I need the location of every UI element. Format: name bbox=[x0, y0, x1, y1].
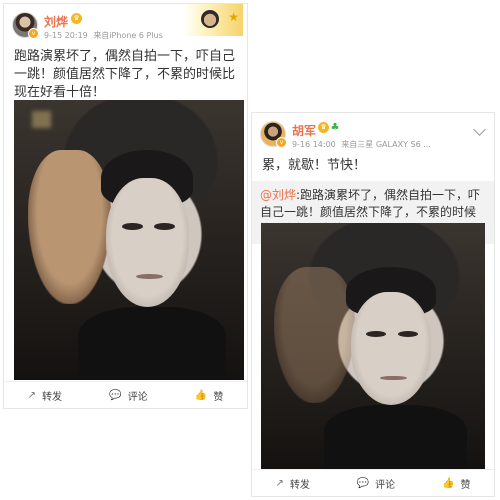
profile-decoration-face-icon bbox=[201, 10, 219, 28]
post-source: 来自iPhone 6 Plus bbox=[93, 31, 163, 40]
username[interactable]: 胡军 bbox=[292, 122, 316, 139]
post-meta: 9-16 14:00 来自三星 GALAXY S6 ... bbox=[292, 139, 434, 150]
post-meta: 9-15 20:19 来自iPhone 6 Plus bbox=[44, 30, 166, 41]
weibo-post-card-1: v 刘烨 ♛ 9-15 20:19 来自iPhone 6 Plus ★ 跑路演累… bbox=[4, 4, 247, 408]
comment-button[interactable]: 💬 评论 bbox=[357, 476, 395, 491]
star-icon: ★ bbox=[228, 10, 239, 24]
photo-car-seat bbox=[274, 267, 356, 403]
post-header: v 胡军 ♛ ♣ 9-16 14:00 来自三星 GALAXY S6 ... bbox=[252, 113, 494, 157]
reposted-photo[interactable] bbox=[261, 223, 485, 469]
thumbs-up-icon: 👍 bbox=[442, 477, 455, 489]
photo-car-seat bbox=[27, 150, 111, 305]
post-photo[interactable] bbox=[14, 100, 244, 380]
comment-icon: 💬 bbox=[356, 477, 370, 489]
post-text: 累，就歇！节快！ bbox=[262, 158, 367, 173]
username[interactable]: 刘烨 bbox=[44, 13, 68, 30]
plant-badge-icon: ♣ bbox=[330, 122, 340, 133]
repost-label: 转发 bbox=[42, 391, 62, 403]
vip-crown-icon: ♛ bbox=[71, 13, 82, 24]
chevron-down-icon[interactable] bbox=[473, 123, 486, 136]
post-time: 9-15 20:19 bbox=[44, 31, 88, 40]
verified-badge-icon: v bbox=[28, 28, 39, 39]
photo-shirt bbox=[78, 307, 226, 380]
comment-label: 评论 bbox=[375, 479, 396, 491]
repost-button[interactable]: ↗ 转发 bbox=[28, 388, 62, 403]
comment-button[interactable]: 💬 评论 bbox=[109, 388, 147, 403]
like-button[interactable]: 👍 赞 bbox=[442, 476, 470, 491]
comment-icon: 💬 bbox=[109, 389, 122, 401]
weibo-post-card-2: v 胡军 ♛ ♣ 9-16 14:00 来自三星 GALAXY S6 ... 累… bbox=[252, 113, 494, 496]
photo-face bbox=[350, 291, 432, 406]
post-text: 跑路演累坏了，偶然自拍一下，吓自己一跳！颜值居然下降了，不累的时候比现在好看十倍… bbox=[14, 49, 236, 100]
repost-button[interactable]: ↗ 转发 bbox=[275, 476, 309, 491]
thumbs-up-icon: 👍 bbox=[194, 389, 208, 401]
post-source: 来自三星 GALAXY S6 ... bbox=[341, 140, 431, 149]
verified-badge-icon: v bbox=[276, 137, 287, 148]
post-header: v 刘烨 ♛ 9-15 20:19 来自iPhone 6 Plus ★ bbox=[4, 4, 247, 48]
share-icon: ↗ bbox=[275, 477, 284, 489]
like-button[interactable]: 👍 赞 bbox=[195, 388, 223, 403]
vip-crown-icon: ♛ bbox=[318, 122, 329, 133]
like-label: 赞 bbox=[460, 479, 471, 491]
post-action-bar: ↗ 转发 💬 评论 👍 赞 bbox=[4, 381, 247, 408]
photo-face bbox=[106, 178, 189, 308]
repost-label: 转发 bbox=[289, 479, 310, 491]
post-time: 9-16 14:00 bbox=[292, 140, 336, 149]
mention-link[interactable]: @刘烨 bbox=[260, 188, 296, 202]
photo-light bbox=[32, 111, 51, 128]
comment-label: 评论 bbox=[127, 391, 148, 403]
photo-shirt bbox=[323, 405, 468, 469]
share-icon: ↗ bbox=[27, 389, 36, 401]
like-label: 赞 bbox=[213, 391, 224, 403]
post-action-bar: ↗ 转发 💬 评论 👍 赞 bbox=[252, 469, 494, 496]
